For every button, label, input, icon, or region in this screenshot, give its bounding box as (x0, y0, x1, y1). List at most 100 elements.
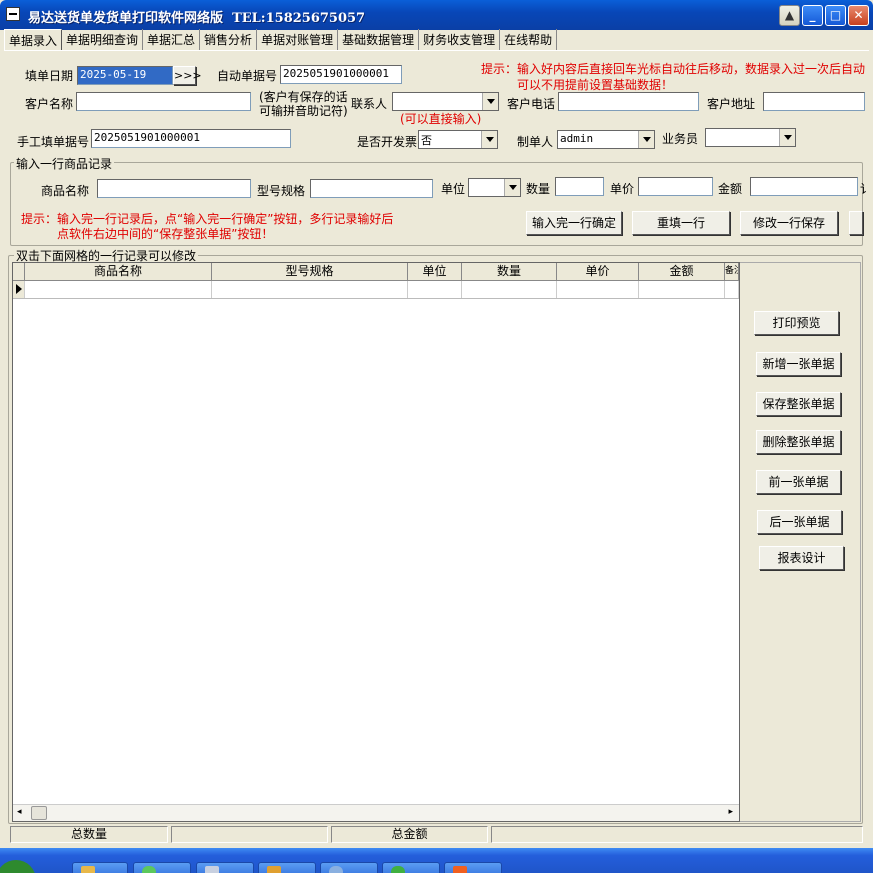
salesman-label: 业务员 (662, 132, 699, 146)
row-header-corner (13, 263, 25, 281)
table-cell[interactable] (557, 281, 639, 298)
tab-sales-analysis[interactable]: 销售分析 (200, 29, 258, 50)
modify-row-button[interactable]: 修改一行保存 (740, 211, 838, 235)
model-label: 型号规格 (257, 184, 306, 198)
extra-button[interactable] (849, 211, 863, 235)
maker-label: 制单人 (517, 135, 554, 149)
date-picker-button[interactable]: >>> (173, 66, 202, 85)
amount-field[interactable] (750, 177, 858, 196)
salesman-combo[interactable] (705, 128, 796, 147)
delete-bill-button[interactable]: 删除整张单据 (756, 430, 841, 454)
close-icon[interactable]: ✕ (848, 5, 869, 26)
auto-no-label: 自动单据号 (217, 69, 278, 83)
taskbar-app-icon[interactable] (382, 862, 440, 873)
price-label: 单价 (610, 182, 635, 196)
unit-label: 单位 (441, 182, 466, 196)
tab-online-help[interactable]: 在线帮助 (500, 29, 558, 50)
product-label: 商品名称 (41, 184, 90, 198)
column-header-unit[interactable]: 单位 (408, 263, 462, 281)
help-icon[interactable]: ▲ (779, 5, 800, 26)
invoice-label: 是否开发票 (357, 135, 418, 149)
table-cell[interactable] (408, 281, 462, 298)
phone-field[interactable] (558, 92, 699, 111)
records-grid[interactable]: 商品名称 型号规格 单位 数量 单价 金额 备注 ◂ ▸ (12, 262, 740, 822)
chevron-down-icon[interactable] (481, 131, 497, 148)
entry-tip-line2: 点软件右边中间的“保存整张单据”按钮！ (57, 227, 274, 241)
next-bill-button[interactable]: 后一张单据 (757, 510, 842, 534)
date-label: 填单日期 (25, 69, 74, 83)
column-header-product[interactable]: 商品名称 (25, 263, 212, 281)
customer-label: 客户名称 (25, 97, 74, 111)
row-indicator-icon (13, 281, 25, 298)
address-field[interactable] (763, 92, 865, 111)
table-cell[interactable] (725, 281, 739, 298)
taskbar-app-icon[interactable] (320, 862, 378, 873)
product-field[interactable] (97, 179, 251, 198)
chevron-down-icon[interactable] (504, 179, 520, 196)
taskbar-app-icon[interactable] (196, 862, 254, 873)
total-amount-value (491, 826, 863, 843)
tab-bill-summary[interactable]: 单据汇总 (143, 29, 201, 50)
model-field[interactable] (310, 179, 433, 198)
print-preview-button[interactable]: 打印预览 (754, 311, 839, 335)
total-amount-label: 总金额 (331, 826, 488, 843)
chevron-down-icon[interactable] (638, 131, 654, 148)
invoice-combo[interactable]: 否 (418, 130, 498, 149)
qty-field[interactable] (555, 177, 604, 196)
tab-bill-entry[interactable]: 单据录入 (4, 29, 63, 51)
amount-label: 金额 (718, 182, 743, 196)
tab-bill-detail-query[interactable]: 单据明细查询 (62, 29, 144, 50)
column-header-model[interactable]: 型号规格 (212, 263, 408, 281)
maker-value: admin (560, 132, 594, 145)
price-field[interactable] (638, 177, 713, 196)
window-title: 易达送货单发货单打印软件网络版 TEL:15825675057 (28, 11, 366, 26)
total-qty-value (171, 826, 328, 843)
taskbar-app-icon[interactable] (72, 862, 128, 873)
tab-divider (4, 50, 869, 51)
manual-no-field[interactable]: 2025051901000001 (91, 129, 291, 148)
column-header-amount[interactable]: 金额 (639, 263, 725, 281)
table-cell[interactable] (462, 281, 557, 298)
chevron-down-icon[interactable] (779, 129, 795, 146)
table-cell[interactable] (25, 281, 212, 298)
contact-label: 联系人 (351, 97, 388, 111)
previous-bill-button[interactable]: 前一张单据 (756, 470, 841, 494)
horizontal-scrollbar[interactable]: ◂ ▸ (13, 804, 739, 821)
scroll-left-icon[interactable]: ◂ (17, 807, 22, 817)
unit-combo[interactable] (468, 178, 521, 197)
chevron-down-icon[interactable] (482, 93, 498, 110)
scroll-thumb[interactable] (31, 806, 47, 820)
customer-hint-line2: 可输拼音助记符) (259, 104, 348, 118)
column-header-qty[interactable]: 数量 (462, 263, 557, 281)
main-tabs: 单据录入 单据明细查询 单据汇总 销售分析 单据对账管理 基础数据管理 财务收支… (4, 29, 558, 51)
table-cell[interactable] (639, 281, 725, 298)
entry-group-title: 输入一行商品记录 (14, 155, 115, 172)
grid-header: 商品名称 型号规格 单位 数量 单价 金额 备注 (13, 263, 739, 281)
scroll-right-icon[interactable]: ▸ (728, 807, 733, 817)
new-bill-button[interactable]: 新增一张单据 (756, 352, 841, 376)
maker-combo[interactable]: admin (557, 130, 655, 149)
total-qty-label: 总数量 (10, 826, 168, 843)
save-bill-button[interactable]: 保存整张单据 (756, 392, 841, 416)
taskbar-app-icon[interactable] (258, 862, 316, 873)
reset-row-button[interactable]: 重填一行 (632, 211, 730, 235)
minimize-icon[interactable]: _ (802, 5, 823, 26)
maximize-icon[interactable]: □ (825, 5, 846, 26)
column-header-remark[interactable]: 备注 (725, 263, 739, 281)
confirm-row-button[interactable]: 输入完一行确定 (526, 211, 622, 235)
date-field[interactable]: 2025-05-19 (77, 66, 173, 85)
system-menu-icon[interactable] (6, 7, 20, 21)
auto-no-field[interactable]: 2025051901000001 (280, 65, 402, 84)
tab-reconciliation[interactable]: 单据对账管理 (257, 29, 339, 50)
table-row[interactable] (13, 281, 739, 299)
tab-basic-data[interactable]: 基础数据管理 (338, 29, 420, 50)
customer-field[interactable] (76, 92, 251, 111)
contact-combo[interactable] (392, 92, 499, 111)
taskbar-app-icon[interactable] (444, 862, 502, 873)
tab-finance[interactable]: 财务收支管理 (419, 29, 501, 50)
column-header-price[interactable]: 单价 (557, 263, 639, 281)
table-cell[interactable] (212, 281, 408, 298)
report-design-button[interactable]: 报表设计 (759, 546, 844, 570)
taskbar-app-icon[interactable] (133, 862, 191, 873)
title-bar: 易达送货单发货单打印软件网络版 TEL:15825675057 ▲ _ □ ✕ (0, 0, 873, 30)
